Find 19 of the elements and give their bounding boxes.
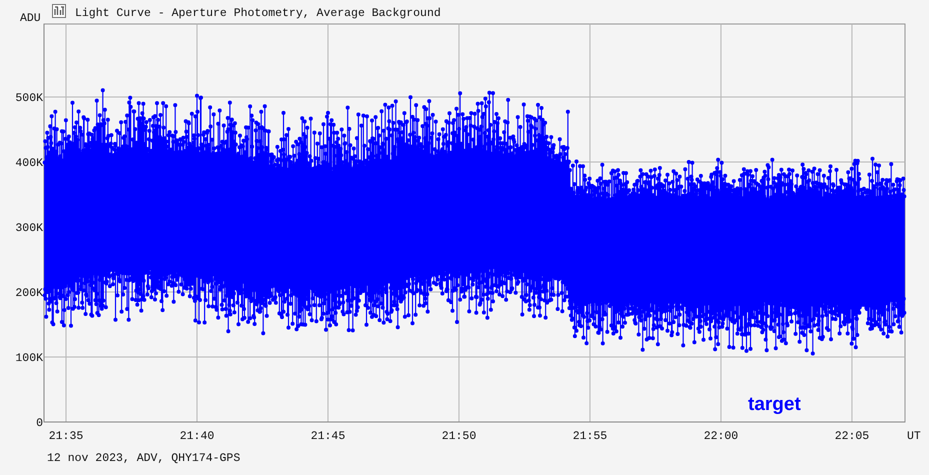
- y-tick-label: 300K: [15, 222, 43, 235]
- y-tick-label: 500K: [15, 92, 43, 105]
- x-axis-label: UT: [907, 430, 921, 443]
- legend-label: target: [748, 394, 801, 415]
- y-tick-label: 400K: [15, 157, 43, 170]
- unit-label: ADU: [20, 12, 41, 25]
- x-tick-label: 21:40: [180, 430, 214, 443]
- x-tick-label: 21:35: [48, 430, 84, 443]
- x-tick-label: 21:55: [572, 430, 608, 443]
- footer-text: 12 nov 2023, ADV, QHY174-GPS: [47, 452, 240, 465]
- chart-icon: [52, 4, 66, 18]
- x-tick-label: 22:00: [704, 430, 738, 443]
- x-tick-label: 21:50: [442, 430, 476, 443]
- window-title: Light Curve - Aperture Photometry, Average Background: [75, 7, 441, 20]
- x-tick-label: 22:05: [834, 430, 870, 443]
- y-tick-label: 0: [36, 417, 43, 430]
- x-tick-label: 21:45: [310, 430, 346, 443]
- y-tick-label: 100K: [15, 352, 43, 365]
- y-tick-label: 200K: [15, 287, 43, 300]
